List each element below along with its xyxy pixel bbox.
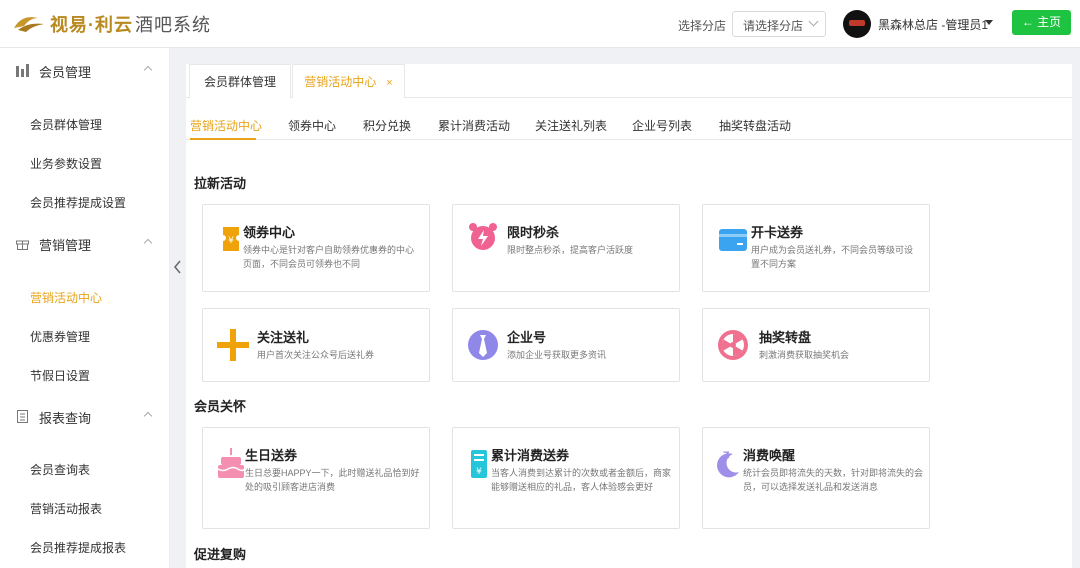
top-header: 视易·利云 酒吧系统 选择分店 请选择分店 黑森林总店 -管理员1 ← 主页 <box>0 0 1080 48</box>
subnav-follow-gift-list[interactable]: 关注送礼列表 <box>535 117 607 134</box>
sidebar-item-member-query[interactable]: 会员查询表 <box>30 461 90 478</box>
subnav-lottery-wheel[interactable]: 抽奖转盘活动 <box>719 117 791 134</box>
subnav-points-exchange[interactable]: 积分兑换 <box>363 117 411 134</box>
report-icon <box>17 410 28 423</box>
card-description: 限时整点秒杀，提高客户活跃度 <box>507 245 634 255</box>
card-enterprise-account[interactable]: 企业号 添加企业号获取更多资讯 <box>452 308 680 382</box>
sidebar-group-marketing[interactable]: 营销管理 <box>0 223 170 263</box>
card-flash-sale[interactable]: 限时秒杀 限时整点秒杀，提高客户活跃度 <box>452 204 680 292</box>
sidebar-group-reports[interactable]: 报表查询 <box>0 396 170 436</box>
tab-marketing-center[interactable]: 营销活动中心 × <box>292 64 405 98</box>
section-title-acquisition: 拉新活动 <box>194 176 247 191</box>
sidebar-item-coupon-management[interactable]: 优惠券管理 <box>30 328 90 345</box>
card-description: 用户成为会员送礼券，不同会员等级可设置不同方案 <box>751 245 914 269</box>
svg-text:¥: ¥ <box>228 236 234 246</box>
card-description: 用户首次关注公众号后送礼券 <box>257 350 375 360</box>
sidebar-group-label: 报表查询 <box>39 411 92 426</box>
main-content: 会员群体管理 营销活动中心 × 营销活动中心 领券中心 积分兑换 累计消费活动 关… <box>186 64 1072 568</box>
card-title: 累计消费送券 <box>491 448 570 463</box>
chevron-up-icon <box>143 238 153 248</box>
card-description: 统计会员即将流失的天数，针对即将流失的会员，可以选择发送礼品和发送消息 <box>743 468 924 492</box>
card-title: 抽奖转盘 <box>759 330 812 345</box>
sidebar-group-label: 会员管理 <box>39 65 92 80</box>
card-title: 关注送礼 <box>257 330 310 345</box>
card-cumulative-spend-coupon[interactable]: ¥ 累计消费送券 当客人消费到达累计的次数或者金额后，商家能够赠送相应的礼品，客… <box>452 427 680 529</box>
card-icon <box>719 229 747 251</box>
sidebar-item-member-groups[interactable]: 会员群体管理 <box>30 116 102 133</box>
card-coupon-center[interactable]: ¥ 领券中心 领券中心是针对客户自助领券优惠券的中心页面，不同会员可领券也不同 <box>202 204 430 292</box>
card-open-card-coupon[interactable]: 开卡送券 用户成为会员送礼券，不同会员等级可设置不同方案 <box>702 204 930 292</box>
card-description: 刺激消费获取抽奖机会 <box>759 350 850 360</box>
svg-text:¥: ¥ <box>476 467 482 477</box>
alarm-clock-icon <box>469 223 497 250</box>
tab-label: 会员群体管理 <box>203 75 276 89</box>
card-title: 生日送券 <box>245 448 298 463</box>
card-lottery-wheel[interactable]: 抽奖转盘 刺激消费获取抽奖机会 <box>702 308 930 382</box>
subnav-enterprise-list[interactable]: 企业号列表 <box>632 117 692 134</box>
brand-main: 视易·利云 <box>50 15 133 35</box>
plus-icon <box>217 329 249 361</box>
card-title: 企业号 <box>507 330 547 345</box>
card-description: 领券中心是针对客户自助领券优惠券的中心页面，不同会员可领券也不同 <box>243 245 415 269</box>
branch-select-placeholder: 请选择分店 <box>743 19 804 33</box>
card-description: 添加企业号获取更多资讯 <box>507 350 607 360</box>
branch-select[interactable]: 请选择分店 <box>732 11 826 37</box>
gift-icon <box>16 240 29 250</box>
card-follow-gift[interactable]: 关注送礼 用户首次关注公众号后送礼券 <box>202 308 430 382</box>
caret-down-icon[interactable] <box>985 20 993 25</box>
active-tab-underline <box>190 138 256 140</box>
sidebar-group-label: 营销管理 <box>39 238 92 253</box>
card-title: 领券中心 <box>243 225 296 240</box>
sidebar: 会员管理 会员群体管理 业务参数设置 会员推荐提成设置 营销管理 营销活动中心 … <box>0 48 170 568</box>
subnav-cumulative-spend[interactable]: 累计消费活动 <box>438 117 510 134</box>
tab-member-groups[interactable]: 会员群体管理 <box>189 64 291 98</box>
subnav-marketing-center[interactable]: 营销活动中心 <box>190 117 262 134</box>
chevron-up-icon <box>143 65 153 75</box>
svg-text:Z: Z <box>723 451 730 461</box>
sidebar-item-marketing-report[interactable]: 营销活动报表 <box>30 500 102 517</box>
sub-navigation: 营销活动中心 领券中心 积分兑换 累计消费活动 关注送礼列表 企业号列表 抽奖转… <box>186 114 1072 140</box>
sidebar-item-referral-report[interactable]: 会员推荐提成报表 <box>30 539 126 556</box>
sidebar-group-member[interactable]: 会员管理 <box>0 50 170 90</box>
section-title-member-care: 会员关怀 <box>194 399 247 414</box>
chevron-down-icon <box>808 16 819 27</box>
cake-icon <box>217 448 245 478</box>
section-title-repurchase: 促进复购 <box>194 547 247 562</box>
sidebar-item-holiday-settings[interactable]: 节假日设置 <box>30 367 90 384</box>
branch-label: 选择分店 <box>678 19 727 33</box>
wheel-icon <box>718 330 748 360</box>
moon-icon: Z <box>717 451 739 478</box>
brand-sub: 酒吧系统 <box>135 15 211 35</box>
card-description: 生日总要HAPPY一下，此时赠送礼品恰到好处的吸引顾客进店消费 <box>245 468 420 492</box>
user-name[interactable]: 黑森林总店 -管理员1 <box>878 16 988 33</box>
logo-mark-icon <box>14 17 44 32</box>
app-logo[interactable]: 视易·利云 酒吧系统 <box>12 10 211 38</box>
card-description: 当客人消费到达累计的次数或者金额后，商家能够赠送相应的礼品，客人体验感会更好 <box>491 468 672 492</box>
home-button[interactable]: ← 主页 <box>1012 10 1071 35</box>
bar-chart-icon <box>16 64 29 77</box>
card-title: 消费唤醒 <box>743 448 796 463</box>
close-icon[interactable]: × <box>386 77 392 89</box>
subnav-coupon-center[interactable]: 领券中心 <box>288 117 336 134</box>
collapse-sidebar-icon[interactable] <box>171 258 185 276</box>
card-title: 限时秒杀 <box>507 225 560 240</box>
card-title: 开卡送券 <box>751 225 804 240</box>
tab-label: 营销活动中心 <box>304 75 377 89</box>
sidebar-item-marketing-center[interactable]: 营销活动中心 <box>30 289 102 306</box>
avatar[interactable] <box>843 10 871 38</box>
card-consume-wakeup[interactable]: Z 消费唤醒 统计会员即将流失的天数，针对即将流失的会员，可以选择发送礼品和发送… <box>702 427 930 529</box>
sidebar-item-business-params[interactable]: 业务参数设置 <box>30 155 102 172</box>
sidebar-item-referral-settings[interactable]: 会员推荐提成设置 <box>30 194 126 211</box>
tie-icon <box>468 330 498 360</box>
card-birthday-coupon[interactable]: 生日送券 生日总要HAPPY一下，此时赠送礼品恰到好处的吸引顾客进店消费 <box>202 427 430 529</box>
chevron-up-icon <box>143 411 153 421</box>
page-tabs: 会员群体管理 营销活动中心 × <box>186 64 1072 98</box>
